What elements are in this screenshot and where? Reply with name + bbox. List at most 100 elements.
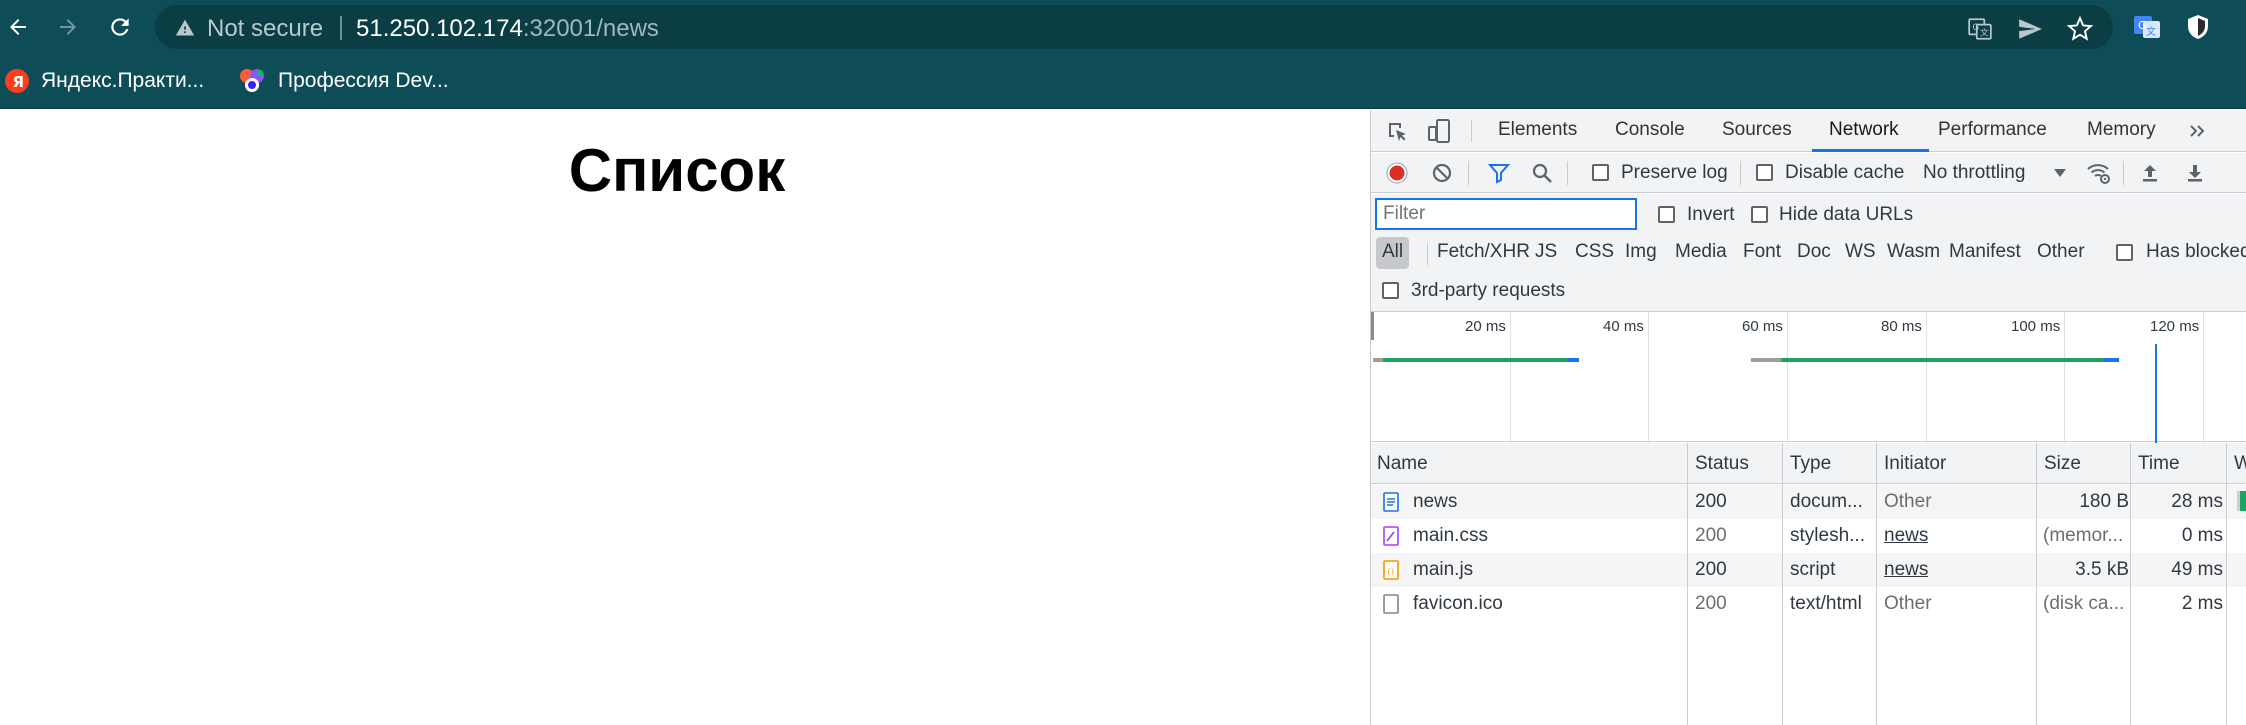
timeline-request-bar: [2103, 358, 2119, 362]
type-filter-img[interactable]: Img: [1621, 237, 1661, 269]
column-divider[interactable]: [1687, 443, 1688, 725]
column-header-initiator[interactable]: Initiator: [1884, 453, 1946, 475]
row-initiator-link[interactable]: news: [1884, 525, 1928, 547]
column-divider[interactable]: [1782, 443, 1783, 725]
row-time: 2 ms: [2181, 593, 2223, 614]
column-header-type[interactable]: Type: [1790, 453, 1831, 475]
waterfall-bar: [2240, 491, 2246, 511]
reload-button[interactable]: [104, 11, 136, 43]
table-row[interactable]: {} main.js 200 script news 3.5 kB 49 ms: [1371, 553, 2246, 587]
disable-cache-checkbox[interactable]: [1756, 164, 1773, 181]
timeline-label: 120 ms: [2150, 318, 2200, 335]
type-filter-css[interactable]: CSS: [1571, 237, 1618, 269]
timeline-label: 100 ms: [2011, 318, 2061, 335]
browser-toolbar: Not secure 51.250.102.174:32001/news G文 …: [0, 0, 2246, 54]
timeline-label: 20 ms: [1465, 318, 1506, 335]
tab-sources[interactable]: Sources: [1722, 119, 1792, 141]
bookmark-profession-dev[interactable]: Профессия Dev...: [238, 66, 449, 96]
record-button[interactable]: [1383, 159, 1411, 187]
preserve-log-label[interactable]: Preserve log: [1621, 162, 1728, 184]
import-har-button[interactable]: [2136, 159, 2164, 187]
type-filter-ws[interactable]: WS: [1841, 237, 1880, 269]
disable-cache-label[interactable]: Disable cache: [1785, 162, 1904, 184]
svg-text:{}: {}: [1387, 568, 1395, 576]
third-party-checkbox[interactable]: [1382, 282, 1399, 299]
send-icon[interactable]: [2017, 16, 2043, 42]
filter-funnel-icon: [1487, 164, 1511, 184]
column-header-time[interactable]: Time: [2138, 453, 2180, 475]
tab-console[interactable]: Console: [1615, 119, 1685, 141]
type-filter-doc[interactable]: Doc: [1793, 237, 1835, 269]
address-bar[interactable]: Not secure 51.250.102.174:32001/news G文: [155, 5, 2113, 49]
svg-text:Я: Я: [13, 73, 25, 91]
tab-memory[interactable]: Memory: [2087, 119, 2156, 141]
column-header-waterfall[interactable]: W: [2234, 453, 2246, 475]
device-toolbar-button[interactable]: [1425, 117, 1453, 145]
export-har-button[interactable]: [2181, 159, 2209, 187]
preserve-log-checkbox[interactable]: [1592, 164, 1609, 181]
has-blocked-label[interactable]: Has blocked: [2146, 241, 2246, 263]
invert-label[interactable]: Invert: [1687, 204, 1735, 226]
type-filter-fetch-xhr[interactable]: Fetch/XHR: [1433, 237, 1534, 269]
inspect-element-button[interactable]: [1383, 117, 1411, 145]
tab-performance[interactable]: Performance: [1938, 119, 2047, 141]
bookmark-star-icon[interactable]: [2067, 16, 2093, 42]
shield-extension-icon[interactable]: [2183, 12, 2213, 42]
more-tabs-button[interactable]: [2183, 117, 2211, 145]
network-conditions-button[interactable]: [2085, 159, 2113, 187]
column-divider[interactable]: [2226, 443, 2227, 725]
tab-network[interactable]: Network: [1829, 119, 1899, 141]
timeline-left-handle[interactable]: [1371, 312, 1374, 340]
type-filter-font[interactable]: Font: [1739, 237, 1785, 269]
back-button[interactable]: [2, 11, 34, 43]
clear-button[interactable]: [1428, 159, 1456, 187]
devtools-tab-bar: Elements Console Sources Network Perform…: [1371, 110, 2246, 152]
inspect-element-icon: [1389, 123, 1406, 141]
column-header-status[interactable]: Status: [1695, 453, 1749, 475]
invert-checkbox[interactable]: [1658, 206, 1675, 223]
page-title: Список: [568, 137, 786, 204]
translate-icon[interactable]: G文: [1967, 16, 1993, 42]
search-button[interactable]: [1528, 159, 1556, 187]
hide-data-urls-checkbox[interactable]: [1751, 206, 1768, 223]
dropdown-arrow-icon[interactable]: [2053, 168, 2067, 178]
download-icon: [2188, 165, 2202, 182]
row-initiator-link[interactable]: news: [1884, 559, 1928, 581]
third-party-label[interactable]: 3rd-party requests: [1411, 280, 1565, 302]
svg-text:G: G: [1972, 23, 1979, 33]
type-filter-js[interactable]: JS: [1531, 237, 1561, 269]
url-text[interactable]: 51.250.102.174:32001/news: [356, 15, 659, 43]
column-divider[interactable]: [2036, 443, 2037, 725]
address-separator: [340, 16, 342, 40]
network-toolbar: Preserve log Disable cache No throttling: [1371, 153, 2246, 193]
table-row[interactable]: news 200 docum... Other 180 B 28 ms: [1371, 485, 2246, 519]
timeline-request-bar: [1373, 358, 1383, 362]
column-divider[interactable]: [1876, 443, 1877, 725]
column-header-size[interactable]: Size: [2044, 453, 2081, 475]
table-row[interactable]: main.css 200 stylesh... news (memor... 0…: [1371, 519, 2246, 553]
throttling-select[interactable]: No throttling: [1923, 162, 2025, 184]
type-filter-manifest[interactable]: Manifest: [1945, 237, 2025, 269]
column-divider[interactable]: [2130, 443, 2131, 725]
filter-input[interactable]: [1375, 198, 1637, 230]
row-name: news: [1413, 491, 1458, 512]
google-translate-extension-icon[interactable]: G文: [2132, 12, 2162, 42]
forward-button[interactable]: [52, 11, 84, 43]
type-filter-media[interactable]: Media: [1671, 237, 1731, 269]
tab-elements[interactable]: Elements: [1498, 119, 1577, 141]
has-blocked-checkbox[interactable]: [2116, 244, 2133, 261]
network-overview-timeline[interactable]: 20 ms 40 ms 60 ms 80 ms 100 ms 120 ms: [1371, 311, 2246, 443]
filter-toggle-button[interactable]: [1485, 159, 1513, 187]
svg-text:文: 文: [1980, 27, 1989, 39]
type-filter-all[interactable]: All: [1376, 237, 1410, 269]
table-row[interactable]: favicon.ico 200 text/html Other (disk ca…: [1371, 587, 2246, 621]
type-filter-other[interactable]: Other: [2033, 237, 2089, 269]
type-filter-wasm[interactable]: Wasm: [1883, 237, 1944, 269]
not-secure-label[interactable]: Not secure: [207, 15, 323, 43]
toolbar-separator: [1740, 161, 1741, 185]
bookmark-yandex[interactable]: Я Яндекс.Практи...: [5, 66, 204, 96]
column-header-name[interactable]: Name: [1377, 453, 1428, 475]
row-size: (disk ca...: [2043, 593, 2125, 614]
hide-data-urls-label[interactable]: Hide data URLs: [1779, 204, 1913, 226]
toolbar-separator: [1567, 161, 1568, 185]
